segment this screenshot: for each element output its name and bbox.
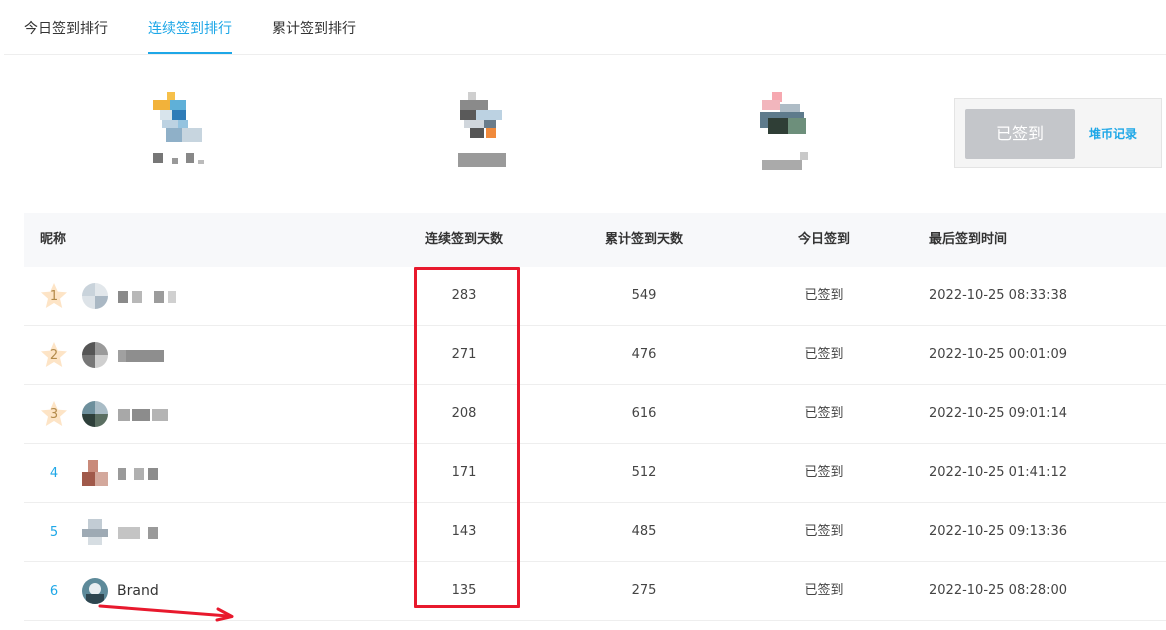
rank-number: 5: [49, 525, 59, 540]
red-highlight-box-annotation: [414, 267, 520, 608]
header-last-checkin-time: 最后签到时间: [929, 232, 1008, 247]
total-days-value: 549: [631, 288, 657, 303]
avatar[interactable]: [82, 342, 108, 368]
rank-badge: 1: [40, 282, 68, 310]
podium-avatar-third: [752, 90, 812, 180]
rank-badge: 2: [40, 341, 68, 369]
podium-third-place: [752, 90, 812, 180]
today-status: 已签到: [804, 406, 844, 421]
checkin-ranking-panel: 今日签到排行 连续签到排行 累计签到排行 已签到 堆币记录 昵称 连续签到天数 …: [4, 0, 1166, 630]
table-row: 5 143 485 已签到 2022-10-25 09:13:36: [24, 503, 1166, 562]
checked-in-button[interactable]: 已签到: [965, 109, 1075, 159]
podium-first-place: [148, 90, 208, 180]
header-total-days: 累计签到天数: [604, 232, 683, 247]
today-status: 已签到: [804, 583, 844, 598]
rank-number: 6: [49, 584, 59, 599]
today-status: 已签到: [804, 288, 844, 303]
total-days-value: 512: [631, 465, 657, 480]
red-arrow-annotation: [98, 604, 234, 622]
tab-total-ranking[interactable]: 累计签到排行: [272, 0, 356, 54]
table-row: 1 283 549 已签到 2022-10-25 08:33:38: [24, 267, 1166, 326]
table-row: 4 171 512 已签到 2022-10-25 01:41:12: [24, 444, 1166, 503]
table-header: 昵称 连续签到天数 累计签到天数 今日签到 最后签到时间: [24, 213, 1166, 267]
table-row: 2 271 476 已签到 2022-10-25 00:01:09: [24, 326, 1166, 385]
last-checkin-time: 2022-10-25 09:01:14: [929, 406, 1068, 421]
last-checkin-time: 2022-10-25 01:41:12: [929, 465, 1068, 480]
total-days-value: 476: [631, 347, 657, 362]
last-checkin-time: 2022-10-25 00:01:09: [929, 347, 1068, 362]
today-status: 已签到: [804, 347, 844, 362]
header-today-checkin: 今日签到: [797, 232, 850, 247]
total-days-value: 616: [631, 406, 657, 421]
ranking-tabs: 今日签到排行 连续签到排行 累计签到排行: [4, 0, 1166, 55]
header-nickname: 昵称: [40, 232, 67, 247]
avatar[interactable]: [82, 401, 108, 427]
last-checkin-time: 2022-10-25 08:33:38: [929, 288, 1068, 303]
rank-badge: 3: [40, 400, 68, 428]
checkin-status-box: 已签到 堆币记录: [954, 98, 1162, 168]
today-status: 已签到: [804, 524, 844, 539]
avatar[interactable]: [82, 519, 108, 545]
podium-avatar-second: [450, 90, 510, 180]
total-days-value: 485: [631, 524, 657, 539]
podium-second-place: [450, 90, 510, 180]
last-checkin-time: 2022-10-25 09:13:36: [929, 524, 1068, 539]
total-days-value: 275: [631, 583, 657, 598]
podium-avatar-first: [148, 90, 208, 180]
avatar[interactable]: [82, 460, 108, 486]
tab-streak-ranking[interactable]: 连续签到排行: [148, 0, 232, 54]
rank-number: 3: [49, 407, 59, 422]
avatar[interactable]: [82, 283, 108, 309]
coin-records-link[interactable]: 堆币记录: [1089, 99, 1137, 169]
table-row: 3 208 616 已签到 2022-10-25 09:01:14: [24, 385, 1166, 444]
rank-number: 1: [49, 289, 59, 304]
rank-number: 2: [49, 348, 59, 363]
rank-number: 4: [49, 466, 59, 481]
today-status: 已签到: [804, 465, 844, 480]
header-streak-days: 连续签到天数: [424, 232, 503, 247]
ranking-table: 昵称 连续签到天数 累计签到天数 今日签到 最后签到时间 1 283 549 已…: [24, 213, 1166, 621]
tab-today-ranking[interactable]: 今日签到排行: [24, 0, 108, 54]
last-checkin-time: 2022-10-25 08:28:00: [929, 583, 1068, 598]
